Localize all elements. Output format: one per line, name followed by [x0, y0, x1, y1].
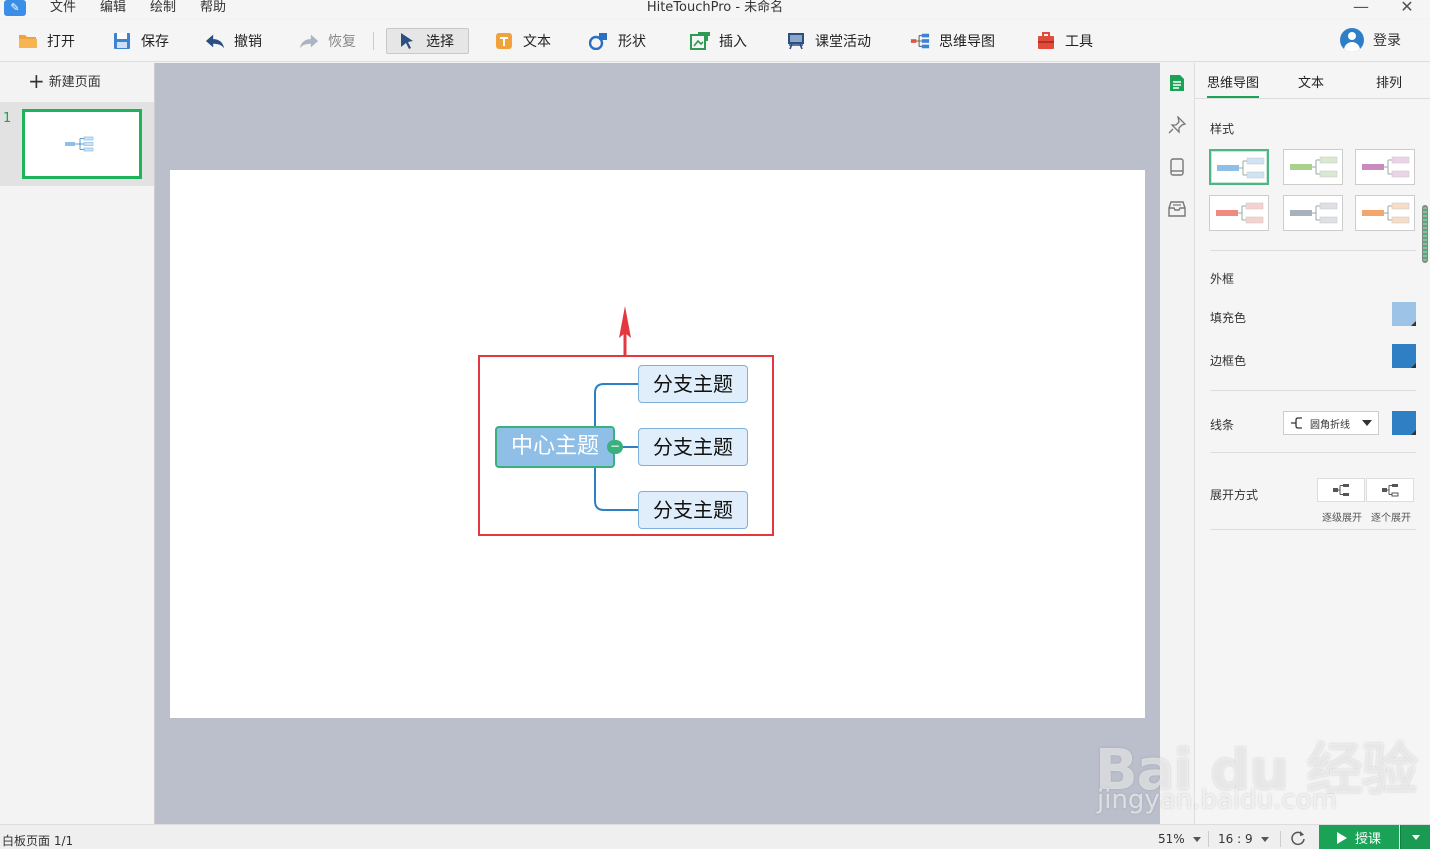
blackboard-icon — [786, 31, 806, 51]
open-button[interactable]: 打开 — [18, 28, 75, 54]
aspect-ratio-select[interactable]: 16 : 9 — [1218, 832, 1269, 846]
floppy-disk-icon — [112, 31, 132, 51]
properties-scrollbar[interactable] — [1422, 205, 1428, 263]
close-button[interactable]: ✕ — [1392, 0, 1422, 16]
page-thumbnail-row[interactable]: 1 — [0, 102, 154, 186]
tools-button[interactable]: 工具 — [1036, 28, 1093, 54]
login-button[interactable]: 登录 — [1340, 28, 1401, 52]
expand-one-icon — [1382, 484, 1399, 497]
fill-color-swatch[interactable] — [1392, 302, 1416, 326]
zoom-select[interactable]: 51% — [1158, 832, 1201, 846]
sync-icon[interactable] — [1290, 830, 1306, 846]
folder-icon — [18, 31, 38, 51]
page-thumbnail[interactable] — [22, 109, 142, 179]
mindmap-style-tile[interactable] — [1355, 195, 1415, 231]
chevron-down-icon — [1411, 835, 1420, 840]
line-color-swatch[interactable] — [1392, 411, 1416, 435]
play-icon — [1336, 831, 1347, 844]
properties-panel: 思维导图 文本 排列 样式 外框 填充色 边框色 线条 圆角折线 展开方式 逐级… — [1195, 63, 1430, 824]
elbow-line-icon — [1290, 416, 1304, 430]
menu-bar: 文件 编辑 绘制 帮助 — [50, 0, 250, 18]
status-separator — [1280, 831, 1281, 847]
expand-level-button[interactable] — [1317, 478, 1365, 502]
status-separator — [1208, 831, 1209, 847]
border-color-label: 边框色 — [1210, 354, 1247, 368]
text-button[interactable]: 文本 — [494, 28, 551, 54]
title-bar: ✎ 文件 编辑 绘制 帮助 HiteTouchPro - 未命名 — ✕ — [0, 0, 1430, 18]
cursor-arrow-icon — [397, 31, 417, 51]
start-teaching-button[interactable]: 授课 — [1319, 825, 1399, 849]
minimize-button[interactable]: — — [1346, 0, 1376, 16]
expand-one-button[interactable] — [1366, 478, 1414, 502]
style-section-label: 样式 — [1210, 122, 1235, 136]
plus-icon: + — [28, 68, 45, 93]
menu-help[interactable]: 帮助 — [200, 0, 226, 18]
teach-options-button[interactable] — [1400, 825, 1430, 849]
status-bar: 白板页面 1/1 51% 16 : 9 授课 — [0, 824, 1430, 849]
mindmap-style-tile[interactable] — [1209, 149, 1269, 185]
insert-button[interactable]: 插入 — [690, 28, 747, 54]
expand-level-icon — [1333, 484, 1349, 496]
user-avatar-icon — [1340, 28, 1364, 52]
new-page-button[interactable]: + 新建页面 — [28, 68, 101, 93]
chevron-down-icon — [1362, 420, 1372, 426]
canvas-area[interactable]: 中心主题 − 分支主题 分支主题 分支主题 — [155, 63, 1160, 824]
fill-color-label: 填充色 — [1210, 311, 1247, 325]
text-t-icon — [494, 31, 514, 51]
main-toolbar: 打开 保存 撤销 恢复 选择 文本 形状 插入 课堂活动 思维导图 工具 登录 — [0, 20, 1430, 62]
page-number: 1 — [3, 111, 12, 126]
section-divider — [1210, 529, 1416, 530]
app-logo-icon: ✎ — [4, 0, 26, 16]
tab-text[interactable]: 文本 — [1298, 72, 1324, 91]
selection-highlight-box — [478, 355, 774, 536]
redo-button[interactable]: 恢复 — [299, 28, 356, 54]
mindmap-icon — [910, 31, 930, 51]
toolbox-icon — [1036, 31, 1056, 51]
menu-draw[interactable]: 绘制 — [150, 0, 176, 18]
line-style-select[interactable]: 圆角折线 — [1283, 411, 1379, 435]
section-divider — [1210, 250, 1416, 251]
class-activity-button[interactable]: 课堂活动 — [786, 28, 871, 54]
undo-arrow-icon — [205, 31, 225, 51]
tab-arrange[interactable]: 排列 — [1376, 72, 1402, 91]
shape-icon — [589, 31, 609, 51]
menu-edit[interactable]: 编辑 — [100, 0, 126, 18]
archive-box-icon[interactable] — [1167, 199, 1187, 219]
expand-one-caption: 逐个展开 — [1371, 513, 1411, 524]
redo-arrow-icon — [299, 31, 319, 51]
menu-file[interactable]: 文件 — [50, 0, 76, 18]
mindmap-style-tile[interactable] — [1283, 195, 1343, 231]
pin-icon[interactable] — [1167, 115, 1187, 135]
page-indicator: 白板页面 1/1 — [2, 834, 74, 848]
page-list-panel: + 新建页面 1 — [0, 63, 155, 824]
baidu-watermark-url: jingyan.baidu.com — [1097, 785, 1337, 815]
book-icon[interactable] — [1167, 157, 1187, 177]
border-color-swatch[interactable] — [1392, 344, 1416, 368]
mindmap-style-tile[interactable] — [1209, 195, 1269, 231]
undo-button[interactable]: 撤销 — [205, 28, 262, 54]
chevron-down-icon — [1260, 837, 1269, 842]
property-icon-strip — [1160, 63, 1195, 824]
toolbar-separator — [373, 32, 374, 50]
insert-image-icon — [690, 31, 710, 51]
properties-tabs: 思维导图 文本 排列 — [1195, 63, 1430, 99]
mindmap-thumbnail-icon — [65, 136, 94, 152]
expand-level-caption: 逐级展开 — [1322, 513, 1362, 524]
section-divider — [1210, 390, 1416, 391]
shape-button[interactable]: 形状 — [589, 28, 646, 54]
frame-section-label: 外框 — [1210, 272, 1235, 286]
line-section-label: 线条 — [1210, 418, 1235, 432]
select-button[interactable]: 选择 — [386, 28, 469, 54]
chevron-down-icon — [1192, 837, 1201, 842]
document-properties-icon[interactable] — [1167, 73, 1187, 93]
mindmap-button[interactable]: 思维导图 — [910, 28, 995, 54]
mindmap-style-tile[interactable] — [1355, 149, 1415, 185]
tab-mindmap[interactable]: 思维导图 — [1207, 72, 1260, 98]
section-divider — [1210, 452, 1416, 453]
expand-mode-label: 展开方式 — [1210, 488, 1259, 502]
save-button[interactable]: 保存 — [112, 28, 169, 54]
mindmap-style-tile[interactable] — [1283, 149, 1343, 185]
